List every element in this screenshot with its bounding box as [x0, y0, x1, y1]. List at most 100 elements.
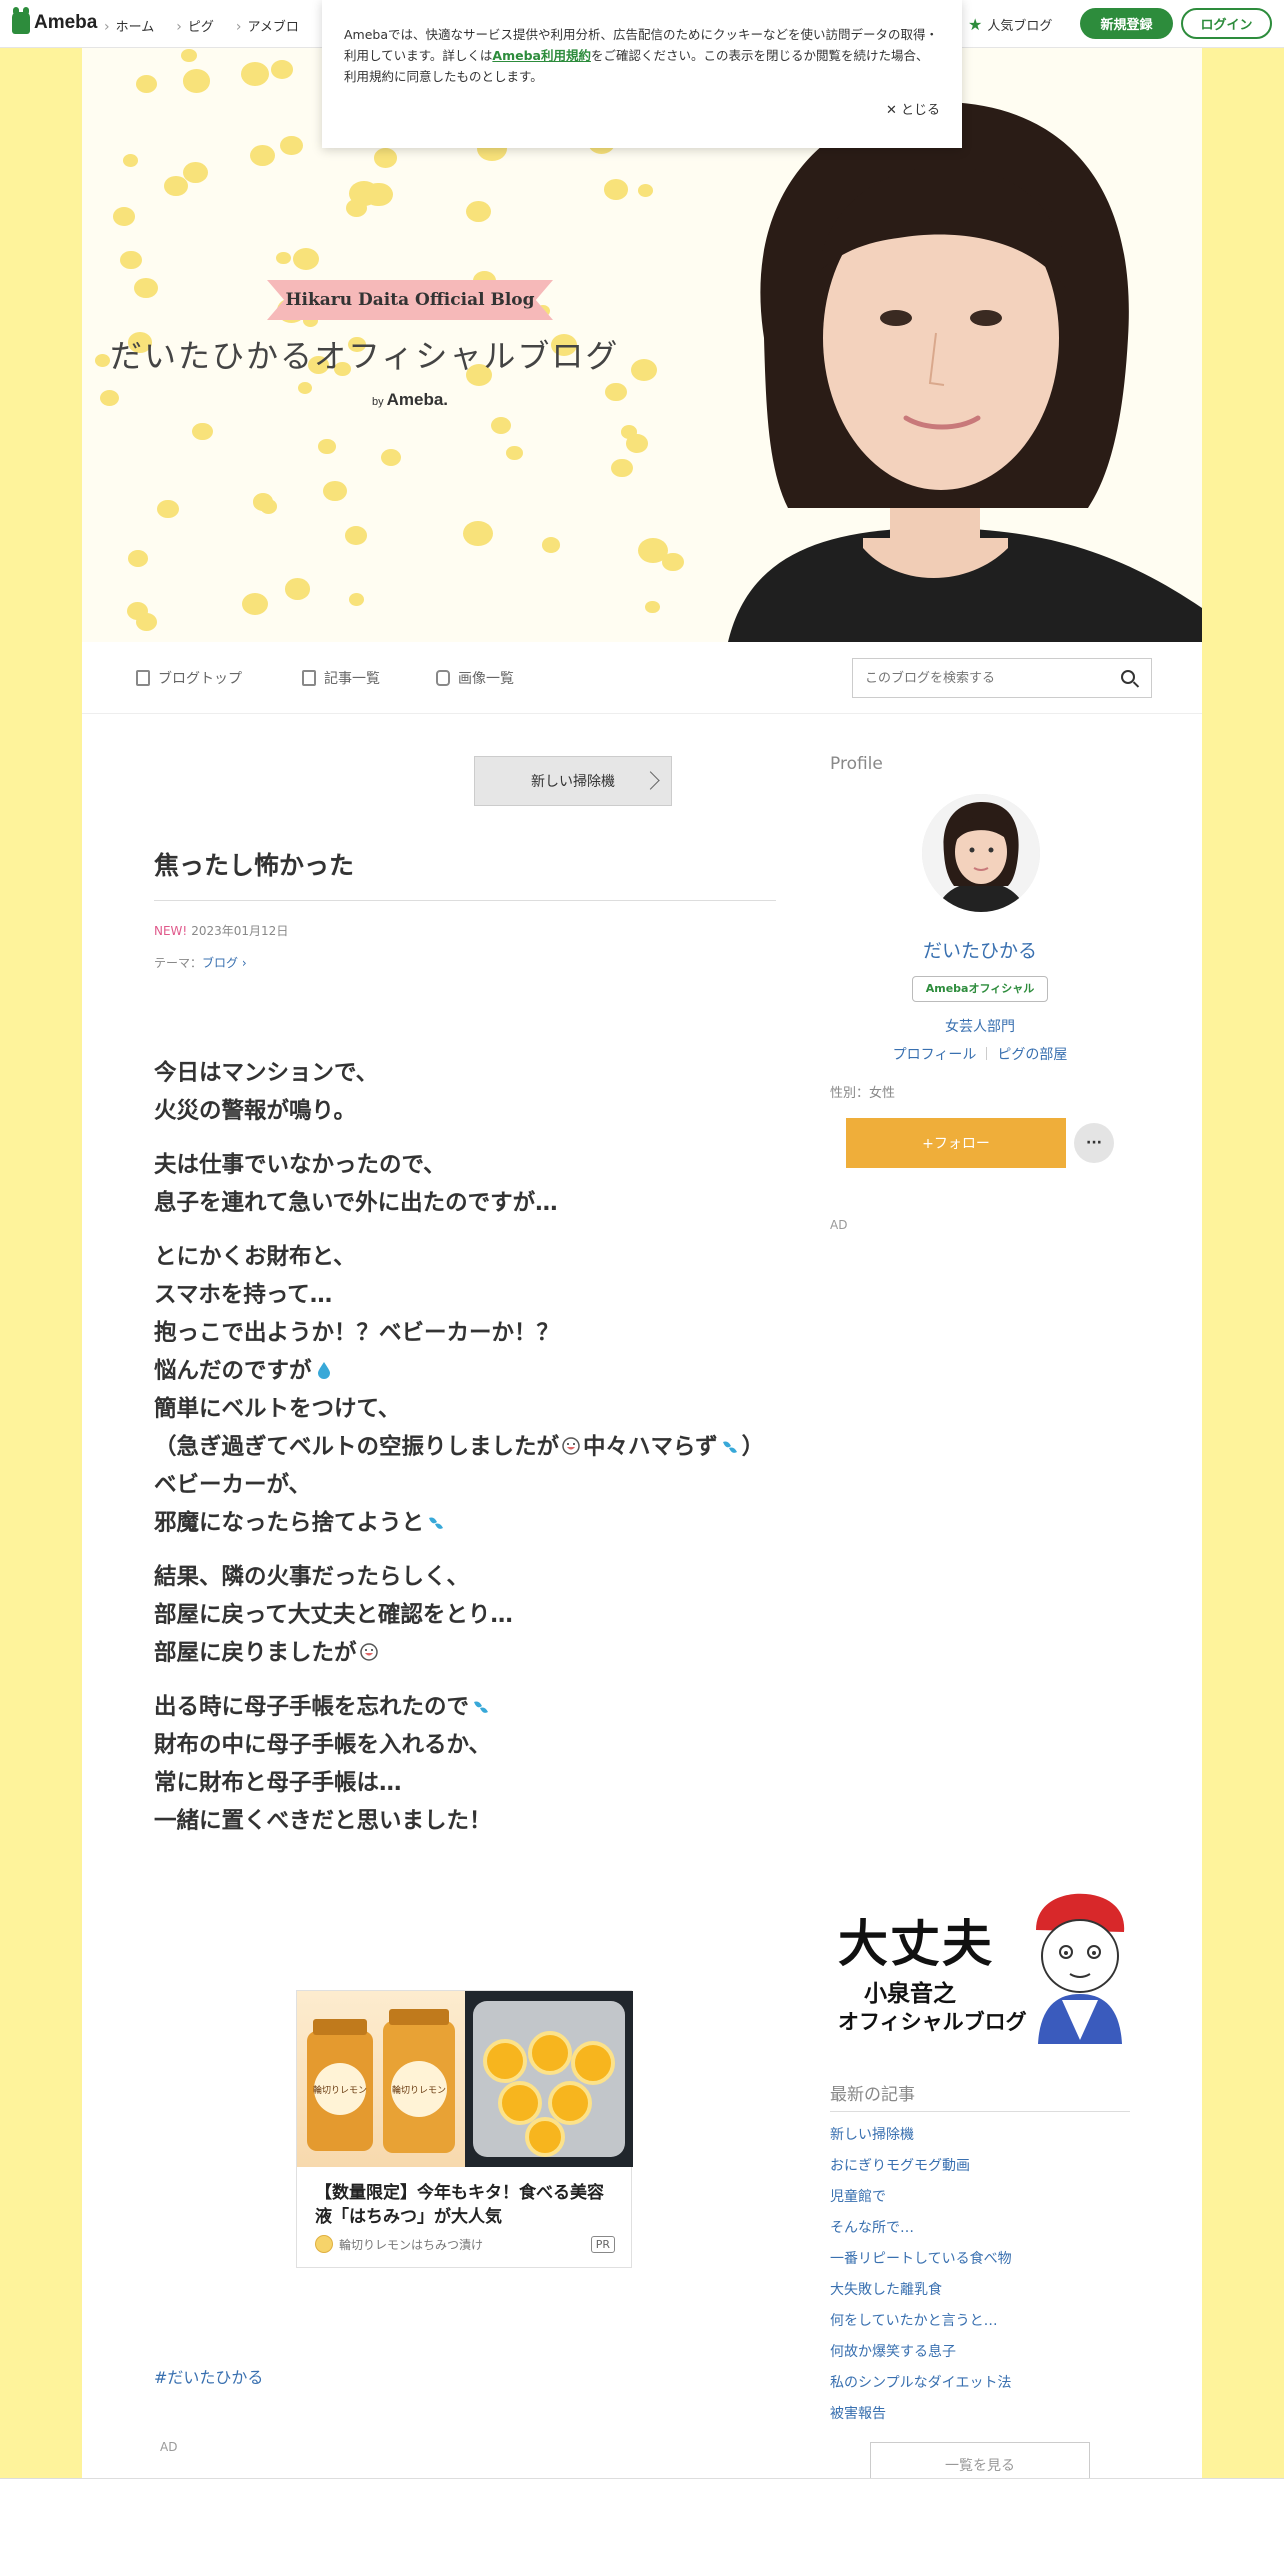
popular-blog-link[interactable]: ★ 人気ブログ	[968, 15, 1052, 34]
ad-card[interactable]: 輪切りレモン 輪切りレモン 【数量限定】今年もキタ！食べる美容液「はちみつ」が大…	[296, 1990, 633, 2268]
polka-dot	[630, 358, 658, 382]
official-badge[interactable]: Amebaオフィシャル	[912, 976, 1048, 1002]
polka-dot	[318, 438, 336, 454]
body-text: 簡単にベルトをつけて、 （急ぎ過ぎてベルトの空振りしましたが	[154, 1396, 560, 1460]
recent-entry-link[interactable]: おにぎりモグモグ動画	[830, 2155, 1012, 2186]
grin-face-icon	[562, 1437, 580, 1455]
polka-dot	[136, 75, 158, 94]
cookie-close-label: とじる	[900, 103, 940, 118]
avatar[interactable]	[922, 794, 1040, 912]
cookie-close-button[interactable]: ✕ とじる	[886, 100, 940, 121]
by-text: by	[372, 396, 384, 408]
camera-icon	[436, 670, 450, 686]
star-icon: ★	[968, 15, 983, 34]
profile-name[interactable]: だいたひかる	[830, 936, 1130, 963]
pr-badge: PR	[590, 2236, 615, 2253]
nav-home[interactable]: ホーム	[104, 16, 155, 35]
profile-category[interactable]: 女芸人部門	[830, 1016, 1130, 1036]
more-options-button[interactable]: ···	[1074, 1123, 1114, 1163]
polka-dot	[625, 434, 648, 454]
polka-dot	[133, 277, 158, 299]
recent-entries-list: 新しい掃除機 おにぎりモグモグ動画 児童館で そんな所で… 一番リピートしている…	[830, 2124, 1012, 2434]
blog-title: だいたひかるオフィシャルブログ	[110, 337, 620, 375]
follow-button[interactable]: +フォロー	[846, 1118, 1066, 1168]
recent-entry-link[interactable]: 私のシンプルなダイエット法	[830, 2372, 1012, 2403]
profile-sex: 性別：女性	[830, 1086, 896, 1101]
polka-dot	[506, 445, 523, 460]
recent-entry-link[interactable]: 何故か爆笑する息子	[830, 2341, 1012, 2372]
body-text: 出る時に母子手帳を忘れたので	[154, 1694, 470, 1720]
polka-dot	[323, 480, 347, 501]
popular-label: 人気ブログ	[987, 19, 1053, 34]
polka-dot	[645, 600, 661, 614]
login-button[interactable]: ログイン	[1181, 8, 1272, 39]
hashtag-link[interactable]: #だいたひかる	[154, 2364, 263, 2388]
polka-dot	[259, 498, 278, 514]
polka-dot	[637, 184, 653, 197]
polka-dot	[348, 592, 365, 607]
polka-dot	[183, 69, 211, 93]
global-nav: ホーム ピグ アメブロ	[104, 16, 299, 35]
body-paragraph: 今日はマンションで、 火災の警報が鳴り。	[154, 1060, 379, 1124]
polka-dot	[293, 247, 320, 270]
portrait-illustration	[728, 101, 1202, 642]
recent-entry-link[interactable]: 児童館で	[830, 2186, 1012, 2217]
polka-dot	[490, 416, 512, 435]
terms-link[interactable]: Ameba利用規約	[492, 48, 591, 63]
polka-dot	[284, 578, 311, 601]
ad-sponsor-name: 輪切りレモンはちみつ漬け	[339, 2237, 484, 2252]
recent-entry-link[interactable]: 何をしていたかと言うと…	[830, 2310, 1012, 2341]
polka-dot	[541, 537, 561, 553]
featured-blog-banner[interactable]: 大丈夫 小泉音之 オフィシャルブログ	[830, 1890, 1130, 2044]
polka-dot	[465, 200, 491, 223]
polka-dot	[280, 135, 303, 155]
register-button[interactable]: 新規登録	[1080, 8, 1173, 39]
polka-dot	[240, 61, 269, 86]
jar-label: 輪切りレモン	[392, 2084, 446, 2096]
banner-name-text: 小泉音之	[864, 1981, 956, 2007]
nav-pigg[interactable]: ピグ	[176, 16, 214, 35]
search-icon[interactable]	[1121, 670, 1135, 684]
theme-link[interactable]: ブログ	[202, 956, 238, 970]
next-entry-button[interactable]: 新しい掃除機	[474, 756, 672, 806]
recent-entry-link[interactable]: 一番リピートしている食べ物	[830, 2248, 1012, 2279]
sweat-drops-icon	[429, 1517, 444, 1529]
polka-dot	[345, 198, 367, 217]
recent-entry-link[interactable]: そんな所で…	[830, 2217, 1012, 2248]
honey-jars-graphic: 輪切りレモン 輪切りレモン	[307, 2009, 455, 2153]
copy-icon	[302, 670, 316, 686]
cookie-notice: Amebaでは、快適なサービス提供や利用分析、広告配信のためにクッキーなどを使い…	[322, 0, 962, 148]
polka-dot	[611, 459, 633, 478]
profile-link[interactable]: プロフィール	[893, 1047, 977, 1063]
sweat-drops-icon	[722, 1441, 737, 1453]
hero-banner-ribbon: Hikaru Daita Official Blog	[267, 280, 553, 320]
logo-text: Ameba	[34, 12, 98, 33]
close-icon: ✕	[885, 103, 901, 118]
recent-entry-link[interactable]: 被害報告	[830, 2403, 1012, 2434]
polka-dot	[380, 448, 402, 467]
polka-dot	[242, 593, 268, 616]
entry-title[interactable]: 焦ったし怖かった	[154, 846, 776, 901]
chevron-right-icon: ›	[238, 956, 247, 970]
ad-image-jars: 輪切りレモン 輪切りレモン	[297, 1991, 465, 2167]
recent-entry-link[interactable]: 新しい掃除機	[830, 2124, 1012, 2155]
recent-entry-link[interactable]: 大失敗した離乳食	[830, 2279, 1012, 2310]
polka-dot	[99, 390, 119, 407]
polka-dot	[374, 148, 398, 168]
nav-ameblo[interactable]: アメブロ	[236, 16, 298, 35]
ad-label: AD	[160, 2440, 178, 2454]
entry-theme: テーマ：ブログ ›	[154, 954, 247, 971]
new-badge: NEW!	[154, 924, 188, 938]
nav-entry-list-label: 記事一覧	[324, 671, 380, 687]
nav-image-list[interactable]: 画像一覧	[436, 668, 514, 688]
theme-label: テーマ：	[154, 956, 203, 970]
pigg-room-link[interactable]: ピグの部屋	[997, 1047, 1067, 1063]
ad-title[interactable]: 【数量限定】今年もキタ！食べる美容液「はちみつ」が大人気	[315, 2181, 615, 2229]
polka-dot	[250, 145, 276, 167]
nav-entry-list[interactable]: 記事一覧	[302, 668, 380, 688]
nav-blog-top[interactable]: ブログトップ	[136, 668, 242, 688]
profile-links: プロフィール ピグの部屋	[830, 1044, 1130, 1064]
blog-search-input[interactable]	[853, 659, 1103, 697]
ameba-logo[interactable]: Ameba	[12, 7, 98, 34]
sidebar-ad-label: AD	[830, 1218, 848, 1232]
